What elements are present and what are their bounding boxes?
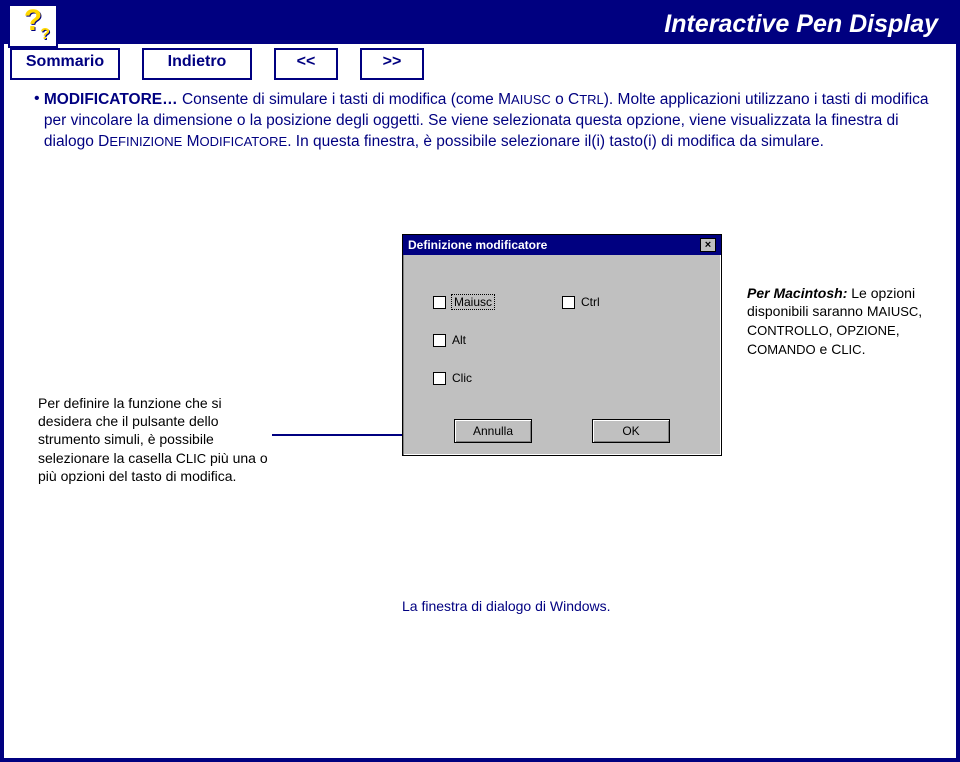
checkbox-label-clic: Clic bbox=[452, 371, 472, 385]
figure-caption: La finestra di dialogo di Windows. bbox=[402, 598, 611, 614]
checkbox-ctrl[interactable]: Ctrl bbox=[562, 295, 691, 309]
smallcaps-maiusc: MAIUSC bbox=[498, 91, 551, 108]
right-annotation: Per Macintosh: Le opzioni disponibili sa… bbox=[747, 284, 932, 359]
next-button[interactable]: >> bbox=[360, 48, 424, 80]
body-text-1: Consente di simulare i tasti di modifica… bbox=[178, 91, 498, 108]
ok-button[interactable]: OK bbox=[592, 419, 670, 443]
checkbox-box bbox=[433, 334, 446, 347]
help-icon[interactable]: ? ? bbox=[8, 4, 58, 48]
checkbox-box bbox=[433, 296, 446, 309]
bullet-icon: • bbox=[34, 90, 44, 153]
smallcaps-modificatore: MODIFICATORE bbox=[182, 133, 287, 150]
heading-modificatore: MODIFICATORE… bbox=[44, 91, 178, 108]
question-mark-icon-small: ? bbox=[40, 30, 50, 40]
checkbox-box bbox=[562, 296, 575, 309]
dialog-title: Definizione modificatore bbox=[408, 238, 547, 252]
body-text-4: . In questa finestra, è possibile selezi… bbox=[287, 133, 824, 150]
checkbox-label-alt: Alt bbox=[452, 333, 466, 347]
prev-button[interactable]: << bbox=[274, 48, 338, 80]
checkbox-box bbox=[433, 372, 446, 385]
annotation-leader-line bbox=[272, 434, 402, 436]
checkbox-label-ctrl: Ctrl bbox=[581, 295, 600, 309]
dialog-definizione-modificatore: Definizione modificatore × Maiusc Ctrl bbox=[402, 234, 722, 456]
checkbox-alt[interactable]: Alt bbox=[433, 333, 562, 347]
smallcaps-ctrl: CTRL bbox=[568, 91, 604, 108]
smallcaps-definizione: DEFINIZIONE bbox=[98, 133, 182, 150]
close-icon[interactable]: × bbox=[700, 238, 716, 252]
left-annotation: Per definire la funzione che si desidera… bbox=[38, 394, 268, 486]
brand-title: Interactive Pen Display bbox=[664, 10, 938, 39]
cancel-button[interactable]: Annulla bbox=[454, 419, 532, 443]
checkbox-maiusc[interactable]: Maiusc bbox=[433, 295, 562, 309]
summary-button[interactable]: Sommario bbox=[10, 48, 120, 80]
checkbox-label-maiusc: Maiusc bbox=[452, 295, 494, 309]
checkbox-clic[interactable]: Clic bbox=[433, 371, 562, 385]
body-text-2: o bbox=[551, 91, 568, 108]
back-button[interactable]: Indietro bbox=[142, 48, 252, 80]
